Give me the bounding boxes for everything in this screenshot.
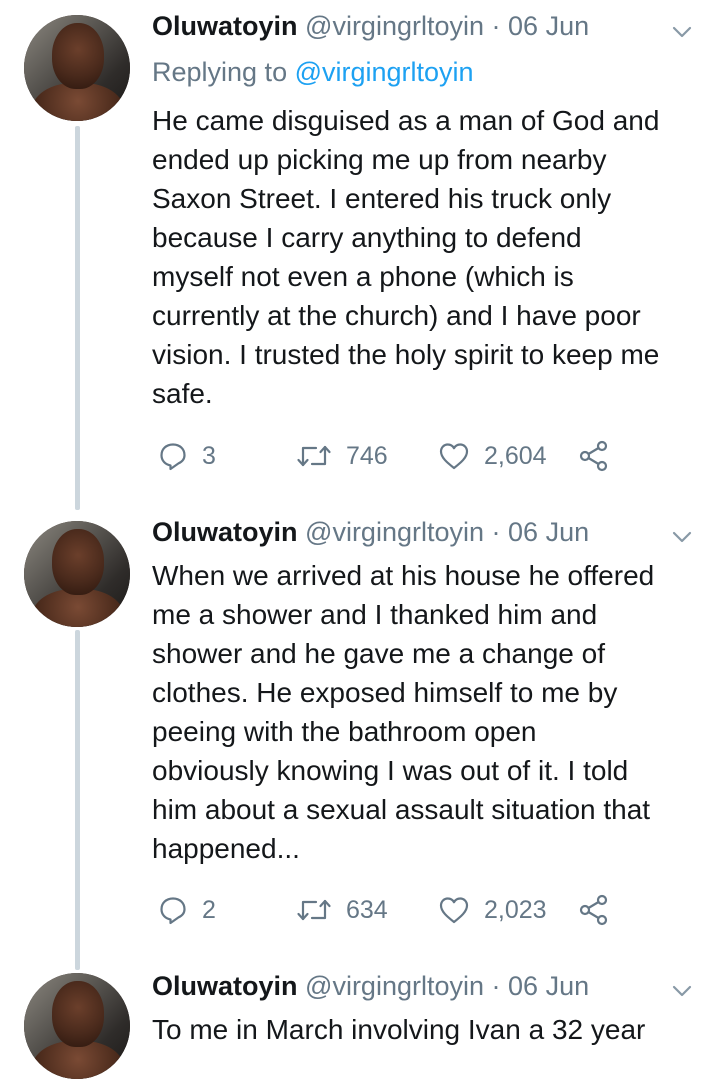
tweet-date[interactable]: 06 Jun: [508, 11, 589, 41]
tweet-text: He came disguised as a man of God and en…: [152, 101, 712, 413]
tweet-text-line: myself not even a phone (which is: [152, 261, 574, 292]
avatar[interactable]: [24, 521, 130, 627]
tweet-actions: 3 746 2,604: [152, 436, 632, 476]
replying-to-handle[interactable]: @virgingrltoyin: [295, 57, 474, 87]
tweet-3[interactable]: Oluwatoyin @virgingrltoyin · 06 Jun To m…: [0, 964, 720, 1079]
display-name[interactable]: Oluwatoyin: [152, 517, 298, 547]
tweet-text-line: currently at the church) and I have poor: [152, 300, 641, 331]
tweet-text-line: peeing with the bathroom open: [152, 716, 537, 747]
tweet-text-line: obviously knowing I was out of it. I tol…: [152, 755, 629, 786]
retweet-icon: [297, 899, 331, 921]
tweet-header: Oluwatoyin @virgingrltoyin · 06 Jun: [152, 8, 589, 44]
share-button[interactable]: [578, 436, 610, 476]
user-handle[interactable]: @virgingrltoyin: [305, 11, 484, 41]
tweet-text-line: me a shower and I thanked him and: [152, 599, 598, 630]
retweet-icon: [297, 445, 331, 467]
replying-to-label: Replying to: [152, 57, 288, 87]
tweet-text-line: happened...: [152, 833, 300, 864]
chevron-down-icon[interactable]: [670, 979, 694, 1003]
reply-icon: [160, 897, 186, 925]
tweet-text-line: When we arrived at his house he offered: [152, 560, 655, 591]
separator: ·: [491, 517, 501, 547]
user-handle[interactable]: @virgingrltoyin: [305, 517, 484, 547]
thread-line: [75, 126, 80, 510]
tweet-text-line: him about a sexual assault situation tha…: [152, 794, 651, 825]
reply-count: 2: [202, 895, 216, 924]
separator: ·: [491, 971, 501, 1001]
separator: ·: [491, 11, 501, 41]
chevron-down-icon[interactable]: [670, 525, 694, 549]
retweet-count: 746: [346, 441, 388, 470]
display-name[interactable]: Oluwatoyin: [152, 971, 298, 1001]
tweet-header: Oluwatoyin @virgingrltoyin · 06 Jun: [152, 514, 589, 550]
like-button[interactable]: 2,604: [438, 436, 547, 476]
thread-line: [75, 630, 80, 970]
share-button[interactable]: [578, 890, 610, 930]
tweet-text: To me in March involving Ivan a 32 year: [152, 1010, 712, 1049]
reply-count: 3: [202, 441, 216, 470]
tweet-header: Oluwatoyin @virgingrltoyin · 06 Jun: [152, 968, 589, 1004]
user-handle[interactable]: @virgingrltoyin: [305, 971, 484, 1001]
reply-icon: [160, 443, 186, 471]
share-icon: [579, 894, 608, 926]
tweet-text-line: ended up picking me up from nearby: [152, 144, 607, 175]
chevron-down-icon[interactable]: [670, 20, 694, 44]
retweet-count: 634: [346, 895, 388, 924]
tweet-text-line: He came disguised as a man of God and: [152, 105, 660, 136]
tweet-text: When we arrived at his house he offered …: [152, 556, 712, 868]
avatar[interactable]: [24, 973, 130, 1079]
tweet-actions: 2 634 2,023: [152, 890, 632, 930]
replying-to: Replying to @virgingrltoyin: [152, 54, 474, 90]
heart-icon: [439, 897, 469, 924]
avatar[interactable]: [24, 15, 130, 121]
tweet-text-line: safe.: [152, 378, 213, 409]
display-name[interactable]: Oluwatoyin: [152, 11, 298, 41]
tweet-text-line: Saxon Street. I entered his truck only: [152, 183, 612, 214]
heart-icon: [439, 443, 469, 470]
tweet-text-line: vision. I trusted the holy spirit to kee…: [152, 339, 660, 370]
reply-button[interactable]: 2: [158, 890, 216, 930]
share-icon: [579, 440, 608, 472]
like-button[interactable]: 2,023: [438, 890, 547, 930]
tweet-2[interactable]: Oluwatoyin @virgingrltoyin · 06 Jun When…: [0, 510, 720, 970]
like-count: 2,023: [484, 895, 547, 924]
retweet-button[interactable]: 634: [296, 890, 388, 930]
tweet-text-line: because I carry anything to defend: [152, 222, 582, 253]
tweet-1[interactable]: Oluwatoyin @virgingrltoyin · 06 Jun Repl…: [0, 0, 720, 510]
tweet-text-line: To me in March involving Ivan a 32 year: [152, 1014, 646, 1045]
reply-button[interactable]: 3: [158, 436, 216, 476]
like-count: 2,604: [484, 441, 547, 470]
tweet-date[interactable]: 06 Jun: [508, 971, 589, 1001]
tweet-text-line: clothes. He exposed himself to me by: [152, 677, 618, 708]
retweet-button[interactable]: 746: [296, 436, 388, 476]
tweet-date[interactable]: 06 Jun: [508, 517, 589, 547]
tweet-text-line: shower and he gave me a change of: [152, 638, 605, 669]
